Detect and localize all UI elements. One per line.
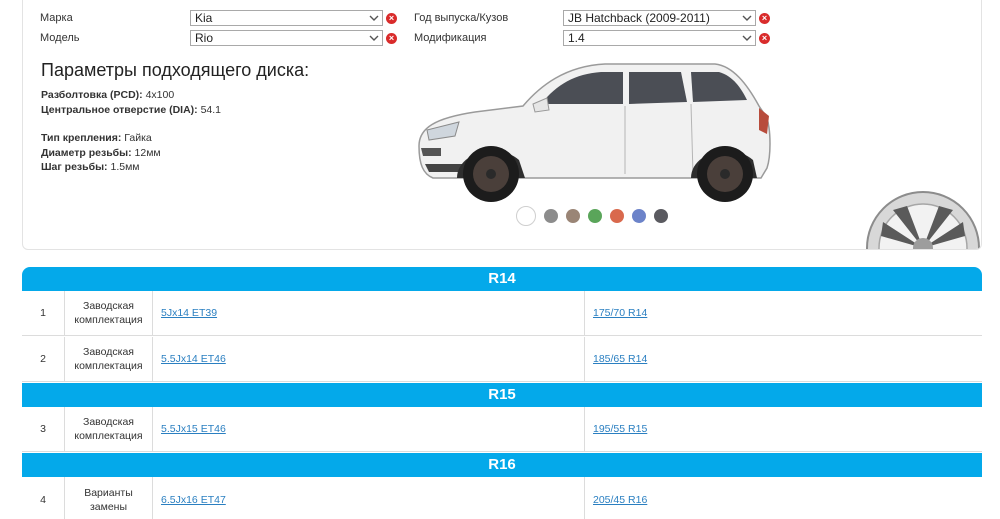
param-thread-pitch-label: Шаг резьбы: [41, 161, 108, 173]
param-dia-label: Центральное отверстие (DIA): [41, 104, 198, 116]
vehicle-selection-card: Марка Kia × Модель Rio × Год выпуска/Куз… [22, 0, 982, 250]
size-header-r16: R16 [22, 453, 982, 477]
param-pcd-value: 4x100 [145, 89, 175, 101]
year-select[interactable]: JB Hatchback (2009-2011) [563, 10, 756, 26]
tire-link[interactable]: 205/45 R16 [593, 494, 647, 506]
row-number: 3 [22, 407, 65, 451]
color-swatch-white[interactable] [516, 206, 536, 226]
row-type: Заводская комплектация [65, 407, 153, 451]
tire-link[interactable]: 175/70 R14 [593, 307, 647, 319]
table-row: 1 Заводская комплектация 5Jx14 ET39 175/… [22, 291, 982, 336]
size-header-r14: R14 [22, 267, 982, 291]
modification-select-value: 1.4 [568, 31, 585, 45]
param-mount-value: Гайка [124, 132, 152, 144]
tire-cell: 175/70 R14 [585, 291, 982, 335]
year-clear-icon[interactable]: × [759, 13, 770, 24]
disk-cell: 6.5Jx16 ET47 [153, 477, 585, 519]
color-swatch-blue[interactable] [632, 209, 646, 223]
param-pcd-label: Разболтовка (PCD): [41, 89, 143, 101]
param-pcd: Разболтовка (PCD): 4x100 [41, 89, 174, 101]
chevron-down-icon [369, 35, 379, 41]
disk-cell: 5Jx14 ET39 [153, 291, 585, 335]
row-number: 1 [22, 291, 65, 335]
disk-link[interactable]: 5Jx14 ET39 [161, 307, 217, 319]
color-swatch-brown[interactable] [566, 209, 580, 223]
model-label: Модель [40, 32, 80, 44]
table-row: 3 Заводская комплектация 5.5Jx15 ET46 19… [22, 407, 982, 452]
year-select-value: JB Hatchback (2009-2011) [568, 11, 710, 25]
param-thread-diameter-label: Диаметр резьбы: [41, 147, 132, 159]
modification-clear-icon[interactable]: × [759, 33, 770, 44]
brand-select[interactable]: Kia [190, 10, 383, 26]
color-swatches [516, 206, 668, 226]
disk-link[interactable]: 5.5Jx15 ET46 [161, 423, 226, 435]
row-number: 2 [22, 337, 65, 381]
tire-link[interactable]: 195/55 R15 [593, 423, 647, 435]
tire-cell: 185/65 R14 [585, 337, 982, 381]
params-title: Параметры подходящего диска: [41, 60, 310, 80]
row-type: Заводская комплектация [65, 291, 153, 335]
param-thread-pitch-value: 1.5мм [110, 161, 140, 173]
row-number: 4 [22, 477, 65, 519]
model-select-value: Rio [195, 31, 214, 45]
car-image [418, 63, 771, 202]
param-thread-pitch: Шаг резьбы: 1.5мм [41, 161, 140, 173]
disk-cell: 5.5Jx14 ET46 [153, 337, 585, 381]
brand-label: Марка [40, 12, 73, 24]
table-row: 2 Заводская комплектация 5.5Jx14 ET46 18… [22, 337, 982, 382]
disk-link[interactable]: 5.5Jx14 ET46 [161, 353, 226, 365]
color-swatch-dark-gray[interactable] [654, 209, 668, 223]
chevron-down-icon [742, 15, 752, 21]
row-type: Заводская комплектация [65, 337, 153, 381]
tire-cell: 195/55 R15 [585, 407, 982, 451]
model-clear-icon[interactable]: × [386, 33, 397, 44]
param-thread-diameter-value: 12мм [134, 147, 161, 159]
size-header-r15: R15 [22, 383, 982, 407]
color-swatch-gray[interactable] [544, 209, 558, 223]
chevron-down-icon [742, 35, 752, 41]
brand-clear-icon[interactable]: × [386, 13, 397, 24]
wheel-rim-image [866, 191, 980, 249]
row-type: Варианты замены [65, 477, 153, 519]
brand-select-value: Kia [195, 11, 213, 25]
year-label: Год выпуска/Кузов [414, 12, 509, 24]
modification-label: Модификация [414, 32, 487, 44]
color-swatch-red[interactable] [610, 209, 624, 223]
modification-select[interactable]: 1.4 [563, 30, 756, 46]
disk-link[interactable]: 6.5Jx16 ET47 [161, 494, 226, 506]
tire-link[interactable]: 185/65 R14 [593, 353, 647, 365]
param-dia: Центральное отверстие (DIA): 54.1 [41, 104, 221, 116]
disk-cell: 5.5Jx15 ET46 [153, 407, 585, 451]
color-swatch-green[interactable] [588, 209, 602, 223]
model-select[interactable]: Rio [190, 30, 383, 46]
chevron-down-icon [369, 15, 379, 21]
param-mount: Тип крепления: Гайка [41, 132, 152, 144]
param-thread-diameter: Диаметр резьбы: 12мм [41, 147, 161, 159]
param-dia-value: 54.1 [200, 104, 222, 116]
param-mount-label: Тип крепления: [41, 132, 122, 144]
table-row: 4 Варианты замены 6.5Jx16 ET47 205/45 R1… [22, 477, 982, 519]
tire-cell: 205/45 R16 [585, 477, 982, 519]
